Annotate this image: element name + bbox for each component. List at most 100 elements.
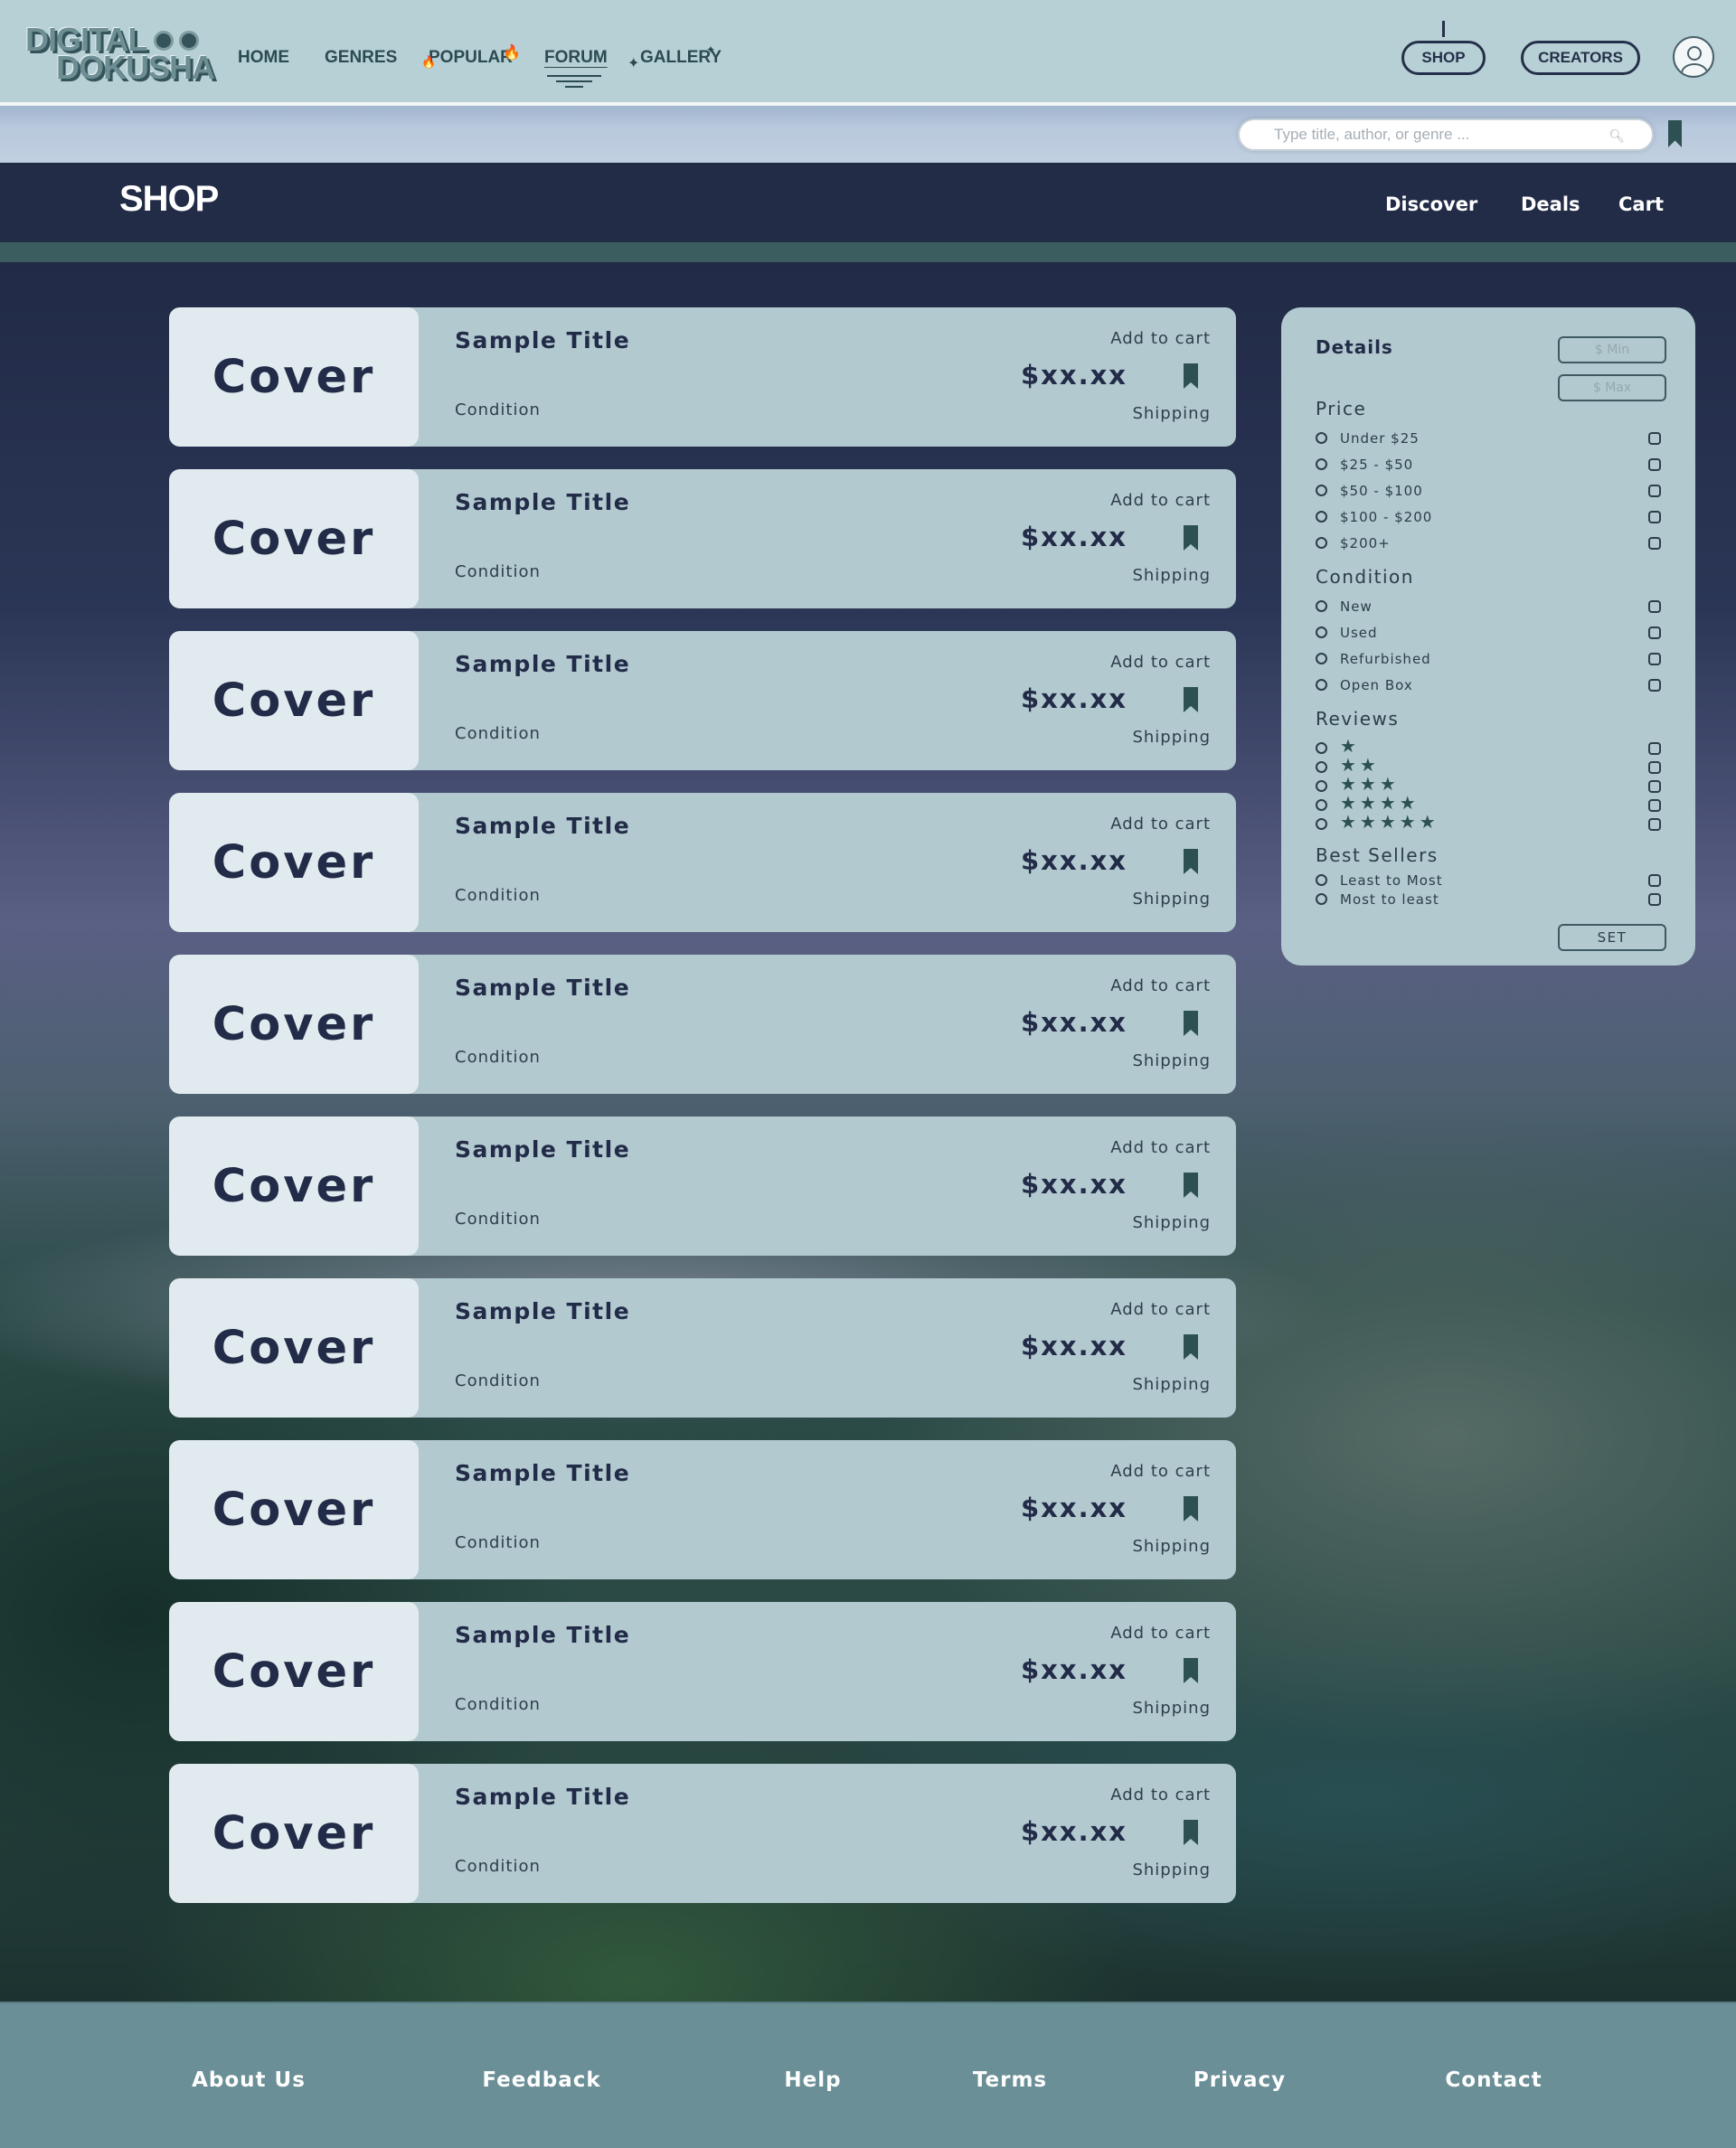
bookmark-icon[interactable] (1184, 1334, 1198, 1360)
radio-button[interactable] (1316, 653, 1327, 664)
product-card[interactable]: Cover Sample Title Condition Add to cart… (169, 1440, 1236, 1579)
bookmark-icon[interactable] (1184, 525, 1198, 551)
nav-genres[interactable]: GENRES (325, 48, 397, 68)
checkbox[interactable] (1648, 761, 1661, 774)
bookmark-icon[interactable] (1184, 687, 1198, 712)
product-title[interactable]: Sample Title (455, 1784, 630, 1810)
radio-button[interactable] (1316, 780, 1327, 792)
add-to-cart-link[interactable]: Add to cart (1110, 976, 1211, 995)
footer-link-privacy[interactable]: Privacy (1194, 2068, 1286, 2092)
checkbox[interactable] (1648, 799, 1661, 812)
product-card[interactable]: Cover Sample Title Condition Add to cart… (169, 1602, 1236, 1741)
checkbox[interactable] (1648, 458, 1661, 471)
bookmark-icon[interactable] (1184, 1011, 1198, 1036)
product-cover[interactable]: Cover (169, 631, 419, 770)
condition-option[interactable]: Refurbished (1316, 651, 1661, 667)
product-cover[interactable]: Cover (169, 1116, 419, 1256)
checkbox[interactable] (1648, 485, 1661, 497)
price-option[interactable]: $25 - $50 (1316, 457, 1661, 473)
radio-button[interactable] (1316, 458, 1327, 470)
product-title[interactable]: Sample Title (455, 1622, 630, 1648)
product-title[interactable]: Sample Title (455, 1460, 630, 1486)
bookmark-icon[interactable] (1184, 1173, 1198, 1198)
nav-home[interactable]: HOME (238, 48, 289, 68)
add-to-cart-link[interactable]: Add to cart (1110, 491, 1211, 510)
product-card[interactable]: Cover Sample Title Condition Add to cart… (169, 469, 1236, 608)
add-to-cart-link[interactable]: Add to cart (1110, 653, 1211, 672)
product-cover[interactable]: Cover (169, 1764, 419, 1903)
checkbox[interactable] (1648, 893, 1661, 906)
product-cover[interactable]: Cover (169, 793, 419, 932)
bookmark-icon[interactable] (1184, 1820, 1198, 1845)
bookmark-icon[interactable] (1184, 849, 1198, 874)
bookmark-icon[interactable] (1184, 363, 1198, 389)
shop-nav-cart[interactable]: Cart (1618, 193, 1664, 215)
checkbox[interactable] (1648, 537, 1661, 550)
product-title[interactable]: Sample Title (455, 813, 630, 839)
checkbox[interactable] (1648, 679, 1661, 692)
price-option[interactable]: Under $25 (1316, 430, 1661, 447)
product-cover[interactable]: Cover (169, 1602, 419, 1741)
add-to-cart-link[interactable]: Add to cart (1110, 815, 1211, 834)
review-option[interactable]: ★★★★★ (1316, 813, 1661, 833)
best-sellers-option[interactable]: Least to Most (1316, 872, 1661, 889)
radio-button[interactable] (1316, 679, 1327, 691)
product-card[interactable]: Cover Sample Title Condition Add to cart… (169, 955, 1236, 1094)
radio-button[interactable] (1316, 761, 1327, 773)
checkbox[interactable] (1648, 600, 1661, 613)
footer-link-help[interactable]: Help (784, 2068, 841, 2092)
shop-button[interactable]: SHOP (1401, 41, 1486, 75)
nav-forum[interactable]: FORUM (544, 48, 608, 68)
set-filters-button[interactable]: SET (1558, 924, 1666, 951)
shop-nav-discover[interactable]: Discover (1385, 193, 1477, 215)
product-card[interactable]: Cover Sample Title Condition Add to cart… (169, 1278, 1236, 1418)
product-title[interactable]: Sample Title (455, 1298, 630, 1324)
product-cover[interactable]: Cover (169, 955, 419, 1094)
product-title[interactable]: Sample Title (455, 1136, 630, 1163)
user-avatar-icon[interactable] (1673, 36, 1714, 78)
footer-link-feedback[interactable]: Feedback (482, 2068, 600, 2092)
radio-button[interactable] (1316, 432, 1327, 444)
product-title[interactable]: Sample Title (455, 327, 630, 353)
checkbox[interactable] (1648, 653, 1661, 665)
price-option[interactable]: $100 - $200 (1316, 509, 1661, 525)
product-card[interactable]: Cover Sample Title Condition Add to cart… (169, 793, 1236, 932)
creators-button[interactable]: CREATORS (1521, 41, 1640, 75)
product-cover[interactable]: Cover (169, 1440, 419, 1579)
radio-button[interactable] (1316, 600, 1327, 612)
product-title[interactable]: Sample Title (455, 975, 630, 1001)
product-cover[interactable]: Cover (169, 307, 419, 447)
price-option[interactable]: $200+ (1316, 535, 1661, 551)
add-to-cart-link[interactable]: Add to cart (1110, 1300, 1211, 1319)
bookmark-icon[interactable] (1184, 1496, 1198, 1522)
product-title[interactable]: Sample Title (455, 651, 630, 677)
product-cover[interactable]: Cover (169, 1278, 419, 1418)
checkbox[interactable] (1648, 818, 1661, 831)
price-min-input[interactable]: $ Min (1558, 336, 1666, 363)
product-card[interactable]: Cover Sample Title Condition Add to cart… (169, 307, 1236, 447)
bookmark-icon[interactable] (1184, 1658, 1198, 1683)
product-card[interactable]: Cover Sample Title Condition Add to cart… (169, 631, 1236, 770)
condition-option[interactable]: Used (1316, 625, 1661, 641)
add-to-cart-link[interactable]: Add to cart (1110, 329, 1211, 348)
price-option[interactable]: $50 - $100 (1316, 483, 1661, 499)
radio-button[interactable] (1316, 818, 1327, 830)
product-card[interactable]: Cover Sample Title Condition Add to cart… (169, 1764, 1236, 1903)
nav-popular[interactable]: POPULAR (429, 48, 513, 68)
radio-button[interactable] (1316, 893, 1327, 905)
search-input[interactable]: Type title, author, or genre ... 🔍︎ (1238, 118, 1654, 151)
footer-link-about[interactable]: About Us (192, 2068, 306, 2092)
product-cover[interactable]: Cover (169, 469, 419, 608)
radio-button[interactable] (1316, 626, 1327, 638)
search-icon[interactable]: 🔍︎ (1609, 128, 1625, 144)
radio-button[interactable] (1316, 537, 1327, 549)
radio-button[interactable] (1316, 874, 1327, 886)
radio-button[interactable] (1316, 799, 1327, 811)
price-max-input[interactable]: $ Max (1558, 374, 1666, 401)
add-to-cart-link[interactable]: Add to cart (1110, 1624, 1211, 1643)
add-to-cart-link[interactable]: Add to cart (1110, 1462, 1211, 1481)
product-card[interactable]: Cover Sample Title Condition Add to cart… (169, 1116, 1236, 1256)
condition-option[interactable]: Open Box (1316, 677, 1661, 693)
checkbox[interactable] (1648, 432, 1661, 445)
product-title[interactable]: Sample Title (455, 489, 630, 515)
